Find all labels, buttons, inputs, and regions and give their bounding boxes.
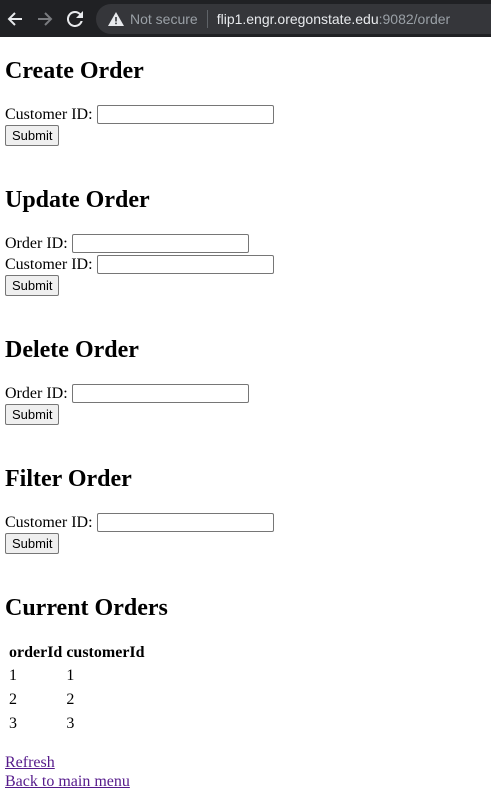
create-order-form: Customer ID: Submit <box>5 104 486 146</box>
filter-customer-input[interactable] <box>96 513 274 532</box>
address-bar[interactable]: Not secure flip1.engr.oregonstate.edu:90… <box>96 3 491 34</box>
column-header: orderId <box>9 644 63 661</box>
warning-icon <box>108 11 124 26</box>
table-row: 3 3 <box>8 713 146 735</box>
filter-customer-label: Customer ID: <box>5 513 93 531</box>
update-order-label: Order ID: <box>5 234 68 252</box>
order-id-cell: 1 <box>9 667 17 684</box>
create-customer-input[interactable] <box>96 105 274 124</box>
update-customer-label: Customer ID: <box>5 255 93 273</box>
forward-arrow-icon[interactable] <box>30 0 60 37</box>
refresh-link[interactable]: Refresh <box>5 753 486 772</box>
back-arrow-icon[interactable] <box>0 0 30 37</box>
url-path: :9082/order <box>378 10 451 27</box>
current-orders-heading: Current Orders <box>5 595 168 621</box>
update-submit-button[interactable]: Submit <box>5 275 60 296</box>
browser-toolbar: Not secure flip1.engr.oregonstate.edu:90… <box>0 0 491 37</box>
update-customer-input[interactable] <box>96 255 274 274</box>
security-label: Not secure <box>130 10 198 27</box>
create-customer-label: Customer ID: <box>5 105 93 123</box>
update-order-heading: Update Order <box>5 187 150 213</box>
create-submit-button[interactable]: Submit <box>5 125 60 146</box>
page-content: Create Order Customer ID: Submit Update … <box>0 57 491 791</box>
customer-id-cell: 2 <box>66 691 75 708</box>
table-row: 2 2 <box>8 689 146 711</box>
update-order-form: Order ID: Customer ID: Submit <box>5 233 486 296</box>
customer-id-cell: 1 <box>66 667 75 684</box>
back-to-menu-link[interactable]: Back to main menu <box>5 772 486 791</box>
delete-order-heading: Delete Order <box>5 337 139 363</box>
table-header-row: orderId customerId <box>8 643 146 663</box>
order-id-cell: 2 <box>9 691 17 708</box>
filter-order-heading: Filter Order <box>5 466 132 492</box>
update-order-input[interactable] <box>71 234 249 253</box>
column-header: customerId <box>66 644 145 661</box>
customer-id-cell: 3 <box>66 715 75 732</box>
order-id-cell: 3 <box>9 715 17 732</box>
create-order-heading: Create Order <box>5 58 144 84</box>
filter-submit-button[interactable]: Submit <box>5 533 60 554</box>
reload-icon[interactable] <box>60 0 90 37</box>
table-row: 1 1 <box>8 665 146 687</box>
url-host: flip1.engr.oregonstate.edu <box>216 10 379 27</box>
filter-order-form: Customer ID: Submit <box>5 512 486 554</box>
orders-table: orderId customerId 1 1 2 2 3 3 <box>6 641 148 737</box>
delete-order-label: Order ID: <box>5 384 68 402</box>
address-divider <box>206 9 208 28</box>
delete-submit-button[interactable]: Submit <box>5 404 60 425</box>
delete-order-form: Order ID: Submit <box>5 383 486 425</box>
delete-order-input[interactable] <box>71 384 249 403</box>
